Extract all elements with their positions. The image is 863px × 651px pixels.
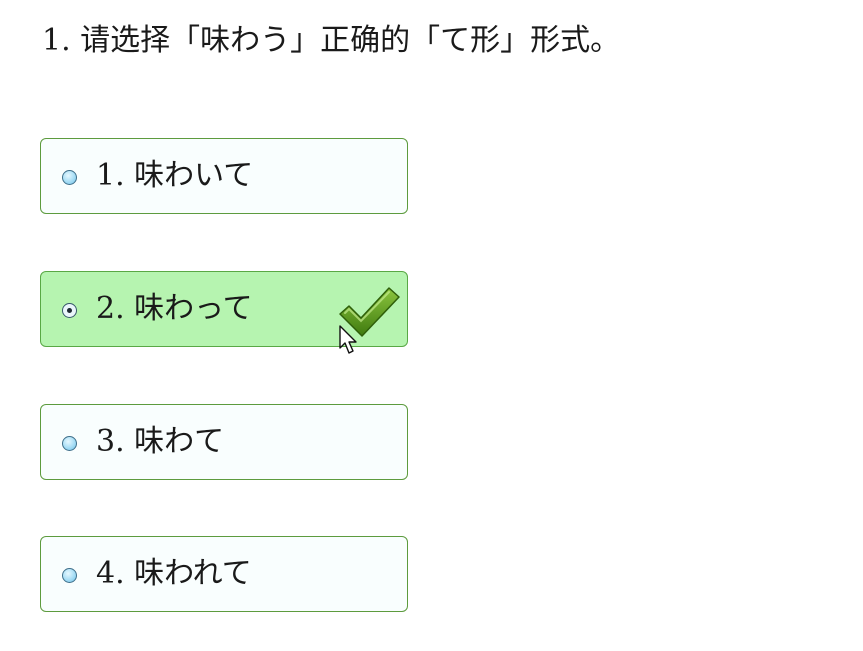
radio-button-option-4[interactable]	[62, 568, 77, 583]
radio-button-option-1[interactable]	[62, 170, 77, 185]
radio-button-option-2[interactable]	[62, 303, 77, 318]
question-text: 1. 请选择「味わう」正确的「て形」形式。	[42, 23, 621, 58]
radio-button-option-3[interactable]	[62, 436, 77, 451]
option-2-label: 2. 味わって	[96, 291, 253, 326]
answer-option-1[interactable]: 1. 味わいて	[40, 138, 408, 214]
answer-option-3[interactable]: 3. 味わて	[40, 404, 408, 480]
answer-option-4[interactable]: 4. 味われて	[40, 536, 408, 612]
option-3-label: 3. 味わて	[96, 424, 225, 459]
mouse-cursor-icon	[339, 325, 357, 354]
option-4-label: 4. 味われて	[96, 556, 252, 591]
option-1-label: 1. 味わいて	[96, 158, 254, 193]
